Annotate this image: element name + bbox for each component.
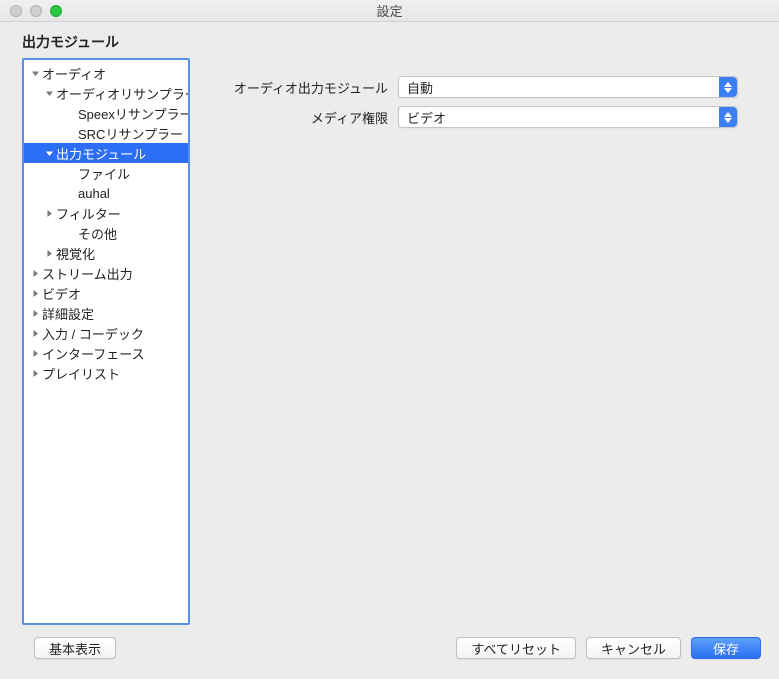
basic-view-button[interactable]: 基本表示 bbox=[34, 637, 116, 659]
sidebar-item[interactable]: オーディオリサンプラー bbox=[24, 83, 188, 103]
sidebar-item[interactable]: SRCリサンプラー bbox=[24, 123, 188, 143]
settings-sidebar[interactable]: オーディオオーディオリサンプラーSpeexリサンプラーSRCリサンプラー出力モジ… bbox=[22, 58, 190, 625]
chevron-right-icon[interactable] bbox=[44, 248, 54, 258]
chevron-down-icon[interactable] bbox=[30, 68, 40, 78]
sidebar-item-label: フィルター bbox=[56, 204, 121, 223]
window-title: 設定 bbox=[0, 1, 779, 20]
select-stepper-icon bbox=[719, 77, 737, 97]
form-row-media-permission: メディア権限 ビデオ bbox=[208, 106, 763, 128]
disclosure-spacer bbox=[66, 108, 76, 118]
minimize-window-button[interactable] bbox=[30, 5, 42, 17]
cancel-button[interactable]: キャンセル bbox=[586, 637, 681, 659]
section-header: 出力モジュール bbox=[0, 22, 779, 58]
chevron-right-icon[interactable] bbox=[30, 368, 40, 378]
media-permission-label: メディア権限 bbox=[208, 108, 398, 127]
save-button[interactable]: 保存 bbox=[691, 637, 761, 659]
audio-output-module-label: オーディオ出力モジュール bbox=[208, 78, 398, 97]
sidebar-item[interactable]: auhal bbox=[24, 183, 188, 203]
sidebar-item-label: インターフェース bbox=[42, 344, 145, 363]
sidebar-item-label: オーディオ bbox=[42, 64, 106, 83]
chevron-down-icon[interactable] bbox=[44, 148, 54, 158]
chevron-right-icon[interactable] bbox=[30, 268, 40, 278]
disclosure-spacer bbox=[66, 128, 76, 138]
content-row: オーディオオーディオリサンプラーSpeexリサンプラーSRCリサンプラー出力モジ… bbox=[0, 58, 779, 625]
reset-all-button[interactable]: すべてリセット bbox=[456, 637, 576, 659]
sidebar-item[interactable]: 詳細設定 bbox=[24, 303, 188, 323]
footer: 基本表示 すべてリセット キャンセル 保存 bbox=[0, 625, 779, 679]
sidebar-item-label: オーディオリサンプラー bbox=[56, 84, 190, 103]
sidebar-item-label: SRCリサンプラー bbox=[78, 124, 183, 143]
sidebar-item-label: ストリーム出力 bbox=[42, 264, 133, 283]
audio-output-module-value: 自動 bbox=[407, 78, 433, 97]
sidebar-item-label: 入力 / コーデック bbox=[42, 324, 144, 343]
select-stepper-icon bbox=[719, 107, 737, 127]
sidebar-item-label: プレイリスト bbox=[42, 364, 120, 383]
sidebar-item-label: ファイル bbox=[78, 164, 130, 183]
sidebar-item-label: その他 bbox=[78, 224, 117, 243]
chevron-right-icon[interactable] bbox=[44, 208, 54, 218]
sidebar-item[interactable]: 出力モジュール bbox=[24, 143, 188, 163]
sidebar-item-label: 詳細設定 bbox=[42, 304, 94, 323]
media-permission-select[interactable]: ビデオ bbox=[398, 106, 738, 128]
settings-window: 設定 出力モジュール オーディオオーディオリサンプラーSpeexリサンプラーSR… bbox=[0, 0, 779, 679]
titlebar: 設定 bbox=[0, 0, 779, 22]
audio-output-module-select[interactable]: 自動 bbox=[398, 76, 738, 98]
disclosure-spacer bbox=[66, 168, 76, 178]
chevron-right-icon[interactable] bbox=[30, 288, 40, 298]
sidebar-item-label: 視覚化 bbox=[56, 244, 95, 263]
chevron-right-icon[interactable] bbox=[30, 348, 40, 358]
chevron-right-icon[interactable] bbox=[30, 308, 40, 318]
sidebar-item[interactable]: ファイル bbox=[24, 163, 188, 183]
chevron-down-icon[interactable] bbox=[44, 88, 54, 98]
sidebar-item-label: auhal bbox=[78, 186, 110, 201]
sidebar-item[interactable]: プレイリスト bbox=[24, 363, 188, 383]
traffic-lights bbox=[10, 5, 62, 17]
sidebar-item[interactable]: 入力 / コーデック bbox=[24, 323, 188, 343]
form-row-audio-output-module: オーディオ出力モジュール 自動 bbox=[208, 76, 763, 98]
sidebar-item[interactable]: ストリーム出力 bbox=[24, 263, 188, 283]
sidebar-item[interactable]: Speexリサンプラー bbox=[24, 103, 188, 123]
disclosure-spacer bbox=[66, 188, 76, 198]
sidebar-item[interactable]: 視覚化 bbox=[24, 243, 188, 263]
sidebar-item-label: ビデオ bbox=[42, 284, 81, 303]
sidebar-item[interactable]: その他 bbox=[24, 223, 188, 243]
settings-form: オーディオ出力モジュール 自動 メディア権限 ビデオ bbox=[208, 58, 763, 625]
media-permission-value: ビデオ bbox=[407, 108, 446, 127]
disclosure-spacer bbox=[66, 228, 76, 238]
sidebar-item[interactable]: フィルター bbox=[24, 203, 188, 223]
sidebar-item[interactable]: インターフェース bbox=[24, 343, 188, 363]
sidebar-item[interactable]: オーディオ bbox=[24, 63, 188, 83]
sidebar-item-label: Speexリサンプラー bbox=[78, 104, 190, 123]
sidebar-item-label: 出力モジュール bbox=[56, 144, 146, 163]
sidebar-item[interactable]: ビデオ bbox=[24, 283, 188, 303]
zoom-window-button[interactable] bbox=[50, 5, 62, 17]
close-window-button[interactable] bbox=[10, 5, 22, 17]
chevron-right-icon[interactable] bbox=[30, 328, 40, 338]
